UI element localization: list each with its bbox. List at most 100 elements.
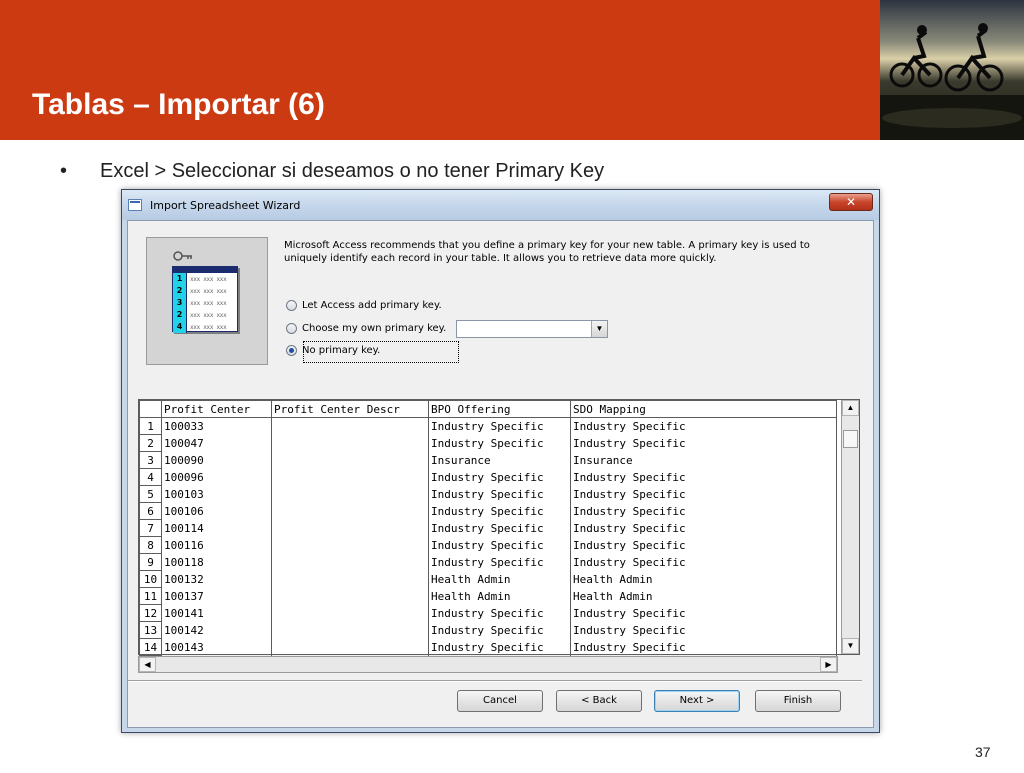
row-number[interactable]: 11 — [139, 587, 162, 605]
radio-button[interactable] — [286, 299, 297, 311]
chevron-down-icon[interactable]: ▼ — [591, 321, 607, 337]
info-text: Microsoft Access recommends that you def… — [284, 240, 810, 264]
row-number[interactable]: 6 — [139, 502, 162, 520]
column-header[interactable]: BPO Offering — [428, 400, 571, 418]
mini-table-icon: 1 xxx xxx xxx 2 xxx xxx xxx 3 xxx xxx xxx 2… — [172, 266, 238, 333]
table-cell: 100137 — [161, 587, 272, 605]
row-number[interactable]: 1 — [139, 417, 162, 435]
column-header[interactable]: Profit Center — [161, 400, 272, 418]
column-header[interactable]: SDO Mapping — [570, 400, 837, 418]
row-number[interactable]: 5 — [139, 485, 162, 503]
table-row: 3 100090 Insurance Insurance — [139, 451, 837, 469]
scroll-down-icon[interactable]: ▼ — [842, 638, 859, 654]
table-row: 14 100143 Industry Specific Industry Specif… — [139, 638, 837, 656]
table-row: 8 100116 Industry Specific Industry Specifi… — [139, 536, 837, 554]
key-svg-icon — [173, 251, 192, 261]
back-button[interactable]: < Back — [556, 690, 642, 712]
row-number[interactable]: 4 — [139, 468, 162, 486]
header-photo — [880, 0, 1024, 140]
row-number[interactable]: 14 — [139, 638, 162, 656]
table-cell: 100106 — [161, 502, 272, 520]
mini-row-text: xxx xxx xxx — [190, 323, 227, 331]
cyclists-photo-icon — [880, 23, 1024, 140]
scroll-thumb[interactable] — [843, 430, 858, 448]
table-cell: Industry Specific — [570, 638, 837, 656]
table-cell — [271, 502, 429, 520]
radio-button-selected[interactable] — [286, 344, 297, 356]
dialog-titlebar[interactable]: Import Spreadsheet Wizard ✕ — [122, 190, 879, 220]
vertical-scrollbar[interactable]: ▲ ▼ — [841, 400, 859, 654]
row-number[interactable]: 3 — [139, 451, 162, 469]
page-number: 37 — [975, 744, 991, 760]
option-label: Choose my own primary key. — [302, 322, 447, 334]
table-cell: 100114 — [161, 519, 272, 537]
primary-key-combo[interactable]: ▼ — [456, 320, 608, 338]
table-cell: 100142 — [161, 621, 272, 639]
table-row: 5 100103 Industry Specific Industry Specifi… — [139, 485, 837, 503]
divider — [128, 680, 862, 682]
next-button[interactable]: Next > — [654, 690, 740, 712]
mini-row-number: 2 — [173, 285, 187, 297]
mini-row-text: xxx xxx xxx — [190, 275, 227, 283]
column-header[interactable]: Profit Center Descr — [271, 400, 429, 418]
table-cell: Insurance — [428, 451, 571, 469]
finish-button[interactable]: Finish — [755, 690, 841, 712]
row-number[interactable]: 8 — [139, 536, 162, 554]
row-number[interactable]: 10 — [139, 570, 162, 588]
table-cell: Health Admin — [570, 570, 837, 588]
bullet-text: Excel > Seleccionar si deseamos o no ten… — [100, 160, 605, 182]
table-row: 12 100141 Industry Specific Industry Specif… — [139, 604, 837, 622]
scroll-right-icon[interactable]: ▶ — [820, 657, 837, 672]
row-number[interactable]: 2 — [139, 434, 162, 452]
table-cell: Industry Specific — [428, 502, 571, 520]
mini-row: 4 xxx xxx xxx — [173, 321, 237, 333]
mini-row: 2 xxx xxx xxx — [173, 309, 237, 321]
table-cell: Industry Specific — [570, 553, 837, 571]
table-cell — [271, 434, 429, 452]
mini-row-number: 1 — [173, 273, 187, 285]
data-preview-grid[interactable]: Profit Center Profit Center Descr BPO Of… — [138, 399, 860, 656]
table-cell: Industry Specific — [428, 536, 571, 554]
mini-row-number: 2 — [173, 309, 187, 321]
scroll-up-icon[interactable]: ▲ — [842, 400, 859, 416]
table-cell: Health Admin — [428, 587, 571, 605]
window-icon — [128, 199, 142, 211]
cancel-button[interactable]: Cancel — [457, 690, 543, 712]
bullet-dot: • — [60, 160, 68, 182]
radio-button[interactable] — [286, 322, 297, 334]
scroll-left-icon[interactable]: ◀ — [139, 657, 156, 672]
table-cell: Industry Specific — [570, 536, 837, 554]
table-header-row: Profit Center Profit Center Descr BPO Of… — [139, 400, 837, 418]
table-cell: 100141 — [161, 604, 272, 622]
table-row: 9 100118 Industry Specific Industry Specifi… — [139, 553, 837, 571]
row-number[interactable]: 13 — [139, 621, 162, 639]
option-label: No primary key. — [302, 344, 381, 356]
row-number[interactable]: 12 — [139, 604, 162, 622]
mini-row-text: xxx xxx xxx — [190, 311, 227, 319]
table-cell — [271, 519, 429, 537]
table-cell — [271, 604, 429, 622]
table-cell: Industry Specific — [570, 434, 837, 452]
table-cell: Industry Specific — [428, 468, 571, 486]
row-number[interactable]: 9 — [139, 553, 162, 571]
table-cell — [271, 587, 429, 605]
table-row: 4 100096 Industry Specific Industry Specifi… — [139, 468, 837, 486]
option-choose-own-key[interactable]: Choose my own primary key. — [286, 320, 446, 336]
key-icon — [173, 249, 193, 265]
table-cell — [271, 553, 429, 571]
horizontal-scrollbar[interactable]: ◀ ▶ — [138, 656, 838, 673]
data-table: Profit Center Profit Center Descr BPO Of… — [139, 400, 837, 656]
table-cell: Industry Specific — [428, 621, 571, 639]
table-cell — [271, 485, 429, 503]
table-cell — [271, 536, 429, 554]
mini-row-number: 4 — [173, 321, 187, 333]
table-cell: Industry Specific — [570, 519, 837, 537]
table-cell: Industry Specific — [570, 417, 837, 435]
option-let-access-add-key[interactable]: Let Access add primary key. — [286, 297, 442, 313]
row-header-corner — [139, 400, 162, 418]
table-cell: 100118 — [161, 553, 272, 571]
close-button[interactable]: ✕ — [829, 193, 873, 211]
option-no-primary-key[interactable]: No primary key. — [286, 342, 380, 358]
row-number[interactable]: 7 — [139, 519, 162, 537]
table-cell: Industry Specific — [570, 468, 837, 486]
